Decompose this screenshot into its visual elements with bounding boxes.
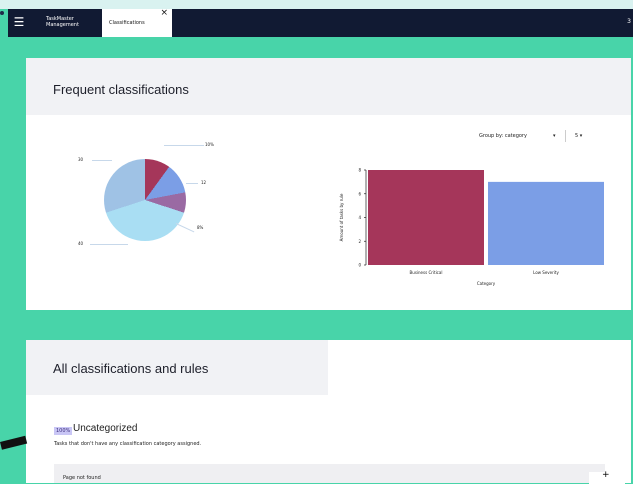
- top-strip: [0, 0, 633, 9]
- pie-leader-5: [92, 160, 112, 161]
- pie-chart: [104, 159, 186, 241]
- add-rule-button[interactable]: +: [589, 470, 625, 484]
- top-n-select[interactable]: 5 ▾: [575, 133, 582, 139]
- y-tick-label: 6: [358, 191, 361, 196]
- frequent-classifications-card: Frequent classifications Group by: categ…: [26, 58, 631, 310]
- pie-leader-2: [186, 183, 198, 184]
- pie-leader-3: [175, 223, 195, 233]
- x-axis-title: Category: [477, 281, 496, 286]
- tab-label: Classifications: [109, 20, 145, 26]
- close-icon[interactable]: ×: [160, 8, 168, 18]
- x-tick-label: Low Severity: [533, 270, 559, 275]
- y-tick-label: 0: [358, 263, 361, 268]
- app-name-line2: Management: [46, 22, 79, 28]
- y-tick-label: 2: [358, 239, 361, 244]
- top-bar: ☰ TaskMaster Management Classifications …: [8, 8, 633, 37]
- bar-1: [368, 170, 484, 265]
- pie-label-1: 10%: [205, 142, 214, 147]
- y-tick-label: 8: [358, 168, 361, 173]
- category-description: Tasks that don't have any classification…: [54, 441, 202, 447]
- y-tick-label: 4: [358, 215, 361, 220]
- category-title: Uncategorized: [73, 423, 138, 434]
- card-title: All classifications and rules: [53, 361, 209, 376]
- pie-label-5: 30: [78, 157, 84, 162]
- group-by-label: Group by: category: [479, 133, 527, 139]
- decorative-stroke: [0, 435, 28, 450]
- plus-icon: +: [602, 470, 610, 480]
- rule-label: Page not found: [63, 475, 101, 481]
- chevron-down-icon: ▾: [553, 133, 556, 139]
- group-by-select[interactable]: Group by: category ▾: [479, 133, 556, 139]
- y-axis-title: Amount of tasks by rule: [339, 193, 344, 241]
- tab-classifications[interactable]: Classifications ×: [102, 8, 172, 37]
- card-title: Frequent classifications: [53, 82, 189, 97]
- pie-label-3: 8%: [197, 225, 204, 230]
- percent-badge: 100%: [54, 427, 73, 435]
- pie-leader-1: [164, 145, 204, 146]
- x-tick-label: Business Critical: [410, 270, 443, 275]
- pie-leader-4: [90, 244, 128, 245]
- bar-2: [488, 181, 604, 265]
- app-name[interactable]: TaskMaster Management: [46, 16, 79, 28]
- hamburger-icon[interactable]: ☰: [12, 15, 26, 29]
- bar-chart: 0 2 4 6 8 Business Critical Low Severity Catego…: [339, 168, 604, 286]
- rule-row[interactable]: Page not found +: [54, 464, 625, 484]
- top-right-indicator: 3: [627, 18, 631, 25]
- pie-label-2: 12: [201, 180, 207, 185]
- pie-label-4: 40: [78, 241, 84, 246]
- divider: [565, 130, 566, 142]
- status-dot: [0, 11, 4, 15]
- all-classifications-card: All classifications and rules 100% Uncat…: [26, 340, 631, 484]
